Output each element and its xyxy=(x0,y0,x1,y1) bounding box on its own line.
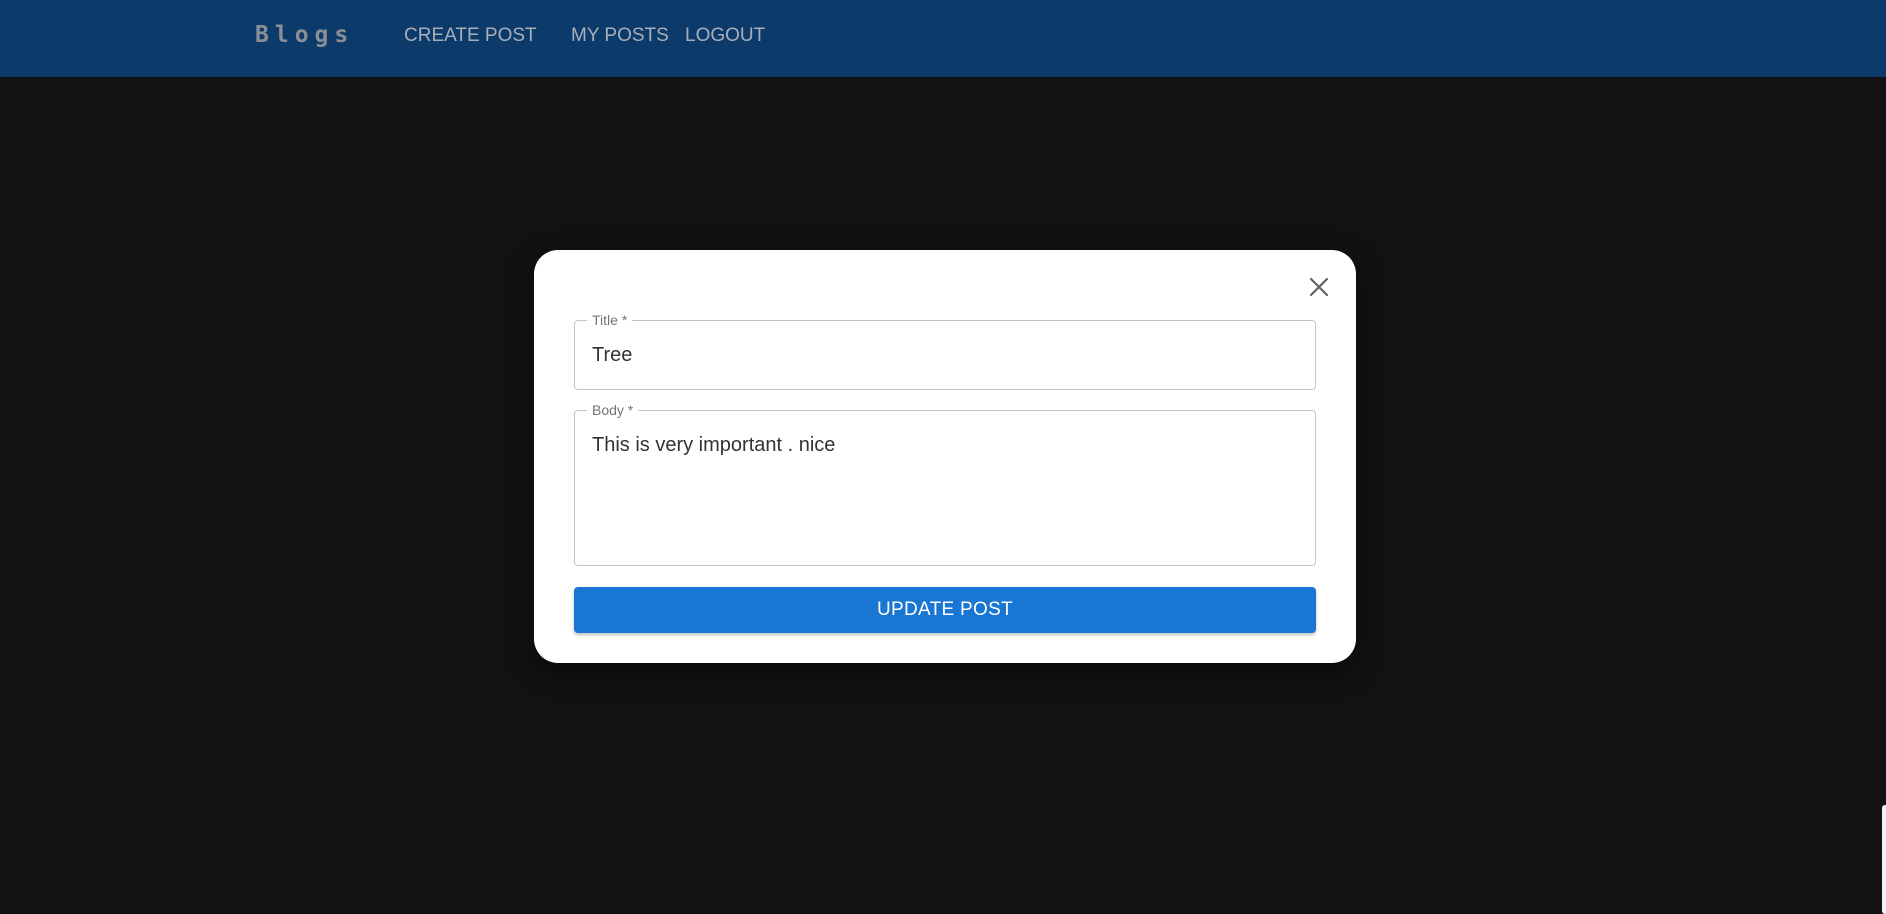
title-field[interactable]: Title * Tree xyxy=(574,311,1316,390)
app-bar: Blogs CREATE POST MY POSTS LOGOUT xyxy=(0,0,1886,77)
scrollbar-edge xyxy=(1882,805,1886,914)
edit-post-dialog: Title * Tree Body * This is very importa… xyxy=(534,250,1356,663)
body-field[interactable]: Body * This is very important . nice xyxy=(574,401,1316,566)
body-field-label: Body * xyxy=(587,401,639,419)
brand-logo[interactable]: Blogs xyxy=(255,22,354,48)
close-button[interactable] xyxy=(1302,270,1336,304)
close-icon xyxy=(1309,277,1329,297)
body-textarea[interactable]: This is very important . nice xyxy=(592,434,835,456)
title-input[interactable]: Tree xyxy=(592,344,632,366)
nav-logout[interactable]: LOGOUT xyxy=(685,25,765,47)
update-post-button[interactable]: UPDATE POST xyxy=(574,587,1316,633)
title-field-label: Title * xyxy=(587,311,633,329)
nav-create-post[interactable]: CREATE POST xyxy=(404,25,537,47)
nav-my-posts[interactable]: MY POSTS xyxy=(571,25,669,47)
